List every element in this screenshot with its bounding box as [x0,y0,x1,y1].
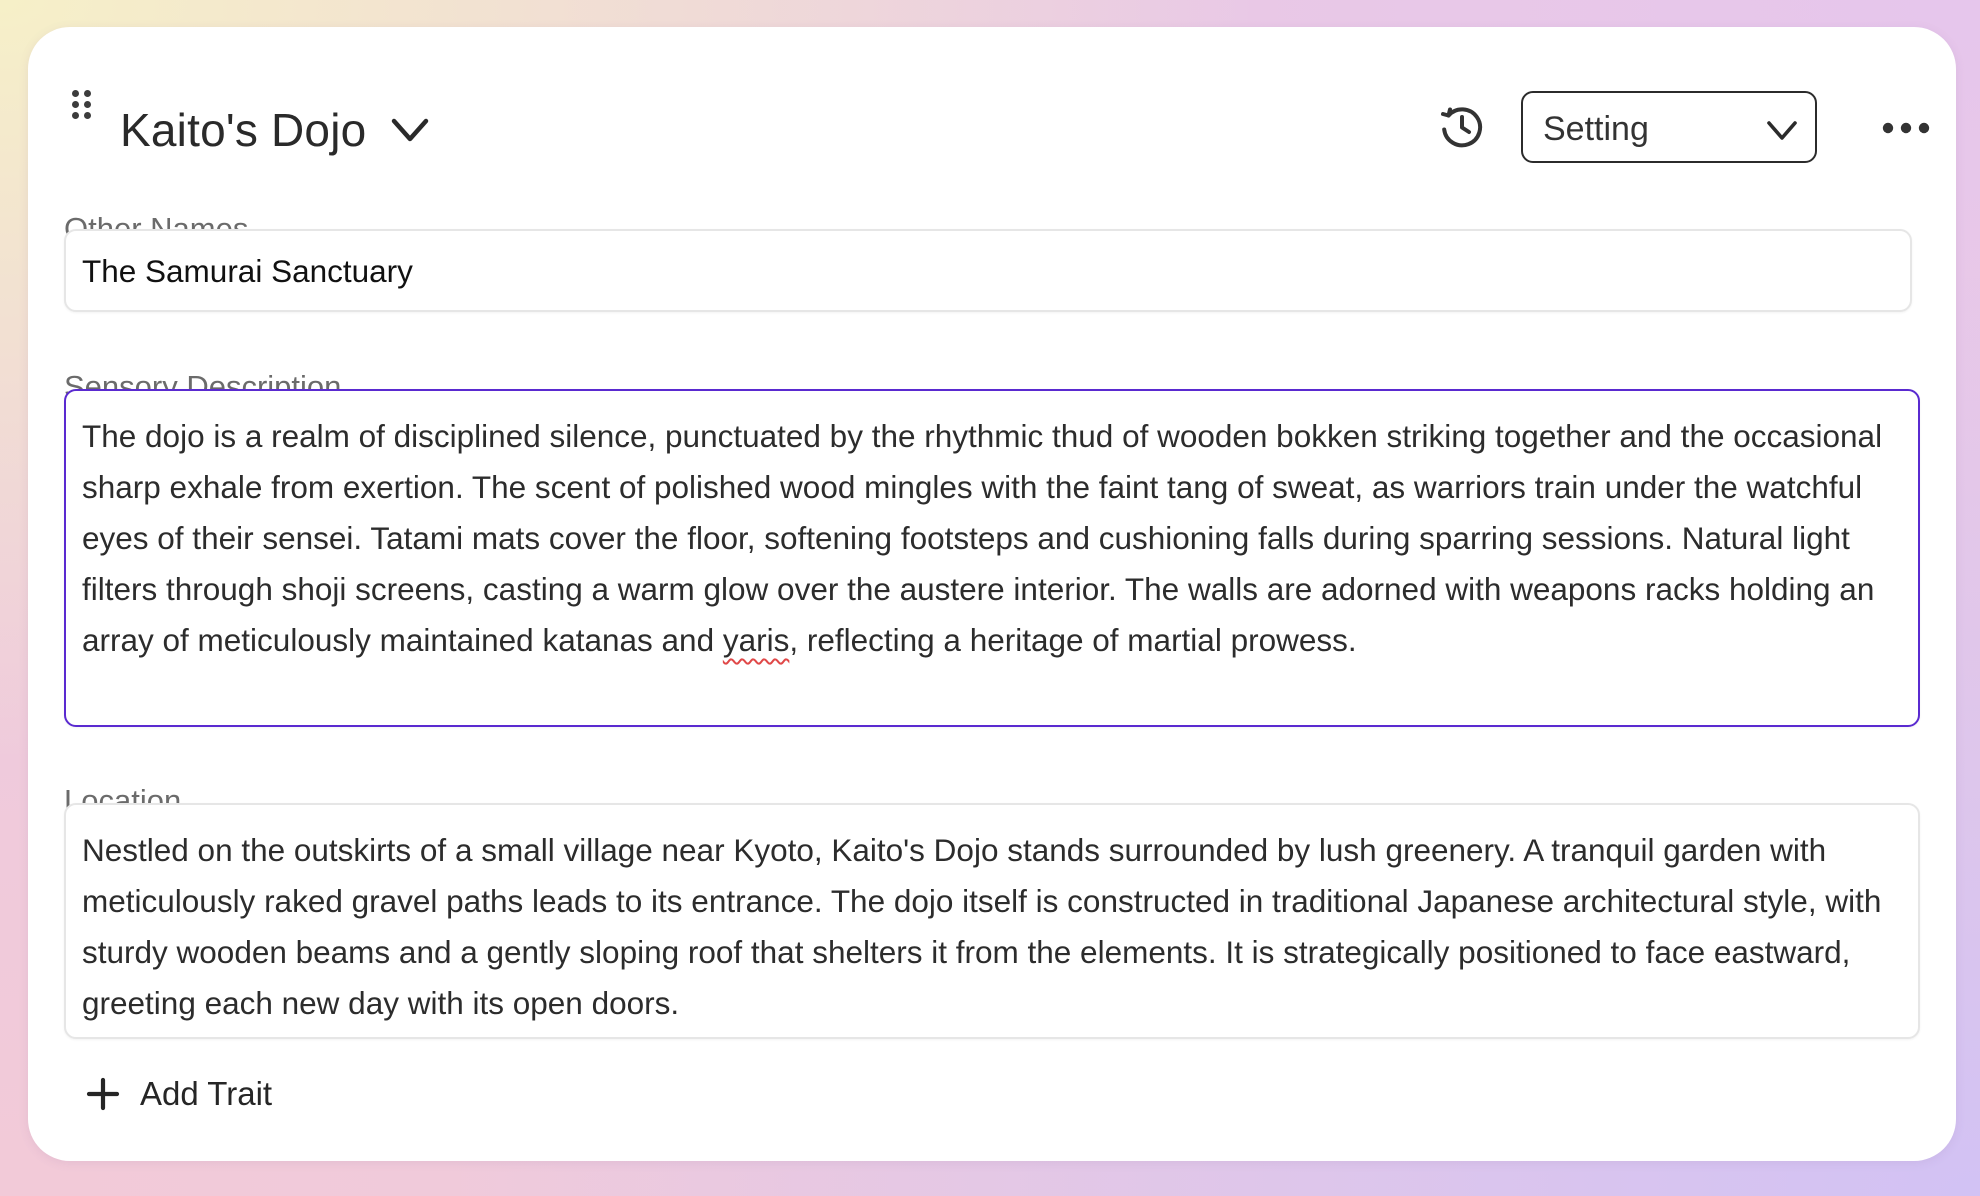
setting-card: Kaito's Dojo Setting Other Names The Sam… [28,27,1956,1161]
sensory-description-textarea[interactable]: The dojo is a realm of disciplined silen… [64,389,1920,727]
history-icon[interactable] [1436,101,1488,153]
drag-handle-icon[interactable] [72,90,100,120]
chevron-down-icon[interactable] [386,105,434,153]
card-header: Kaito's Dojo Setting [28,27,1956,177]
chevron-down-icon [1767,121,1797,140]
add-trait-button[interactable]: Add Trait [86,1069,272,1119]
spellcheck-flagged-word[interactable]: yaris [723,622,790,658]
other-names-input[interactable]: The Samurai Sanctuary [64,229,1912,312]
page-title[interactable]: Kaito's Dojo [120,99,366,161]
location-textarea[interactable]: Nestled on the outskirts of a small vill… [64,803,1920,1039]
add-trait-label: Add Trait [140,1075,273,1112]
more-horizontal-icon[interactable] [1878,105,1934,151]
plus-icon [86,1077,120,1111]
sensory-description-text-end: , reflecting a heritage of martial prowe… [789,622,1357,658]
type-select[interactable]: Setting [1521,91,1817,163]
type-select-value: Setting [1543,110,1649,148]
